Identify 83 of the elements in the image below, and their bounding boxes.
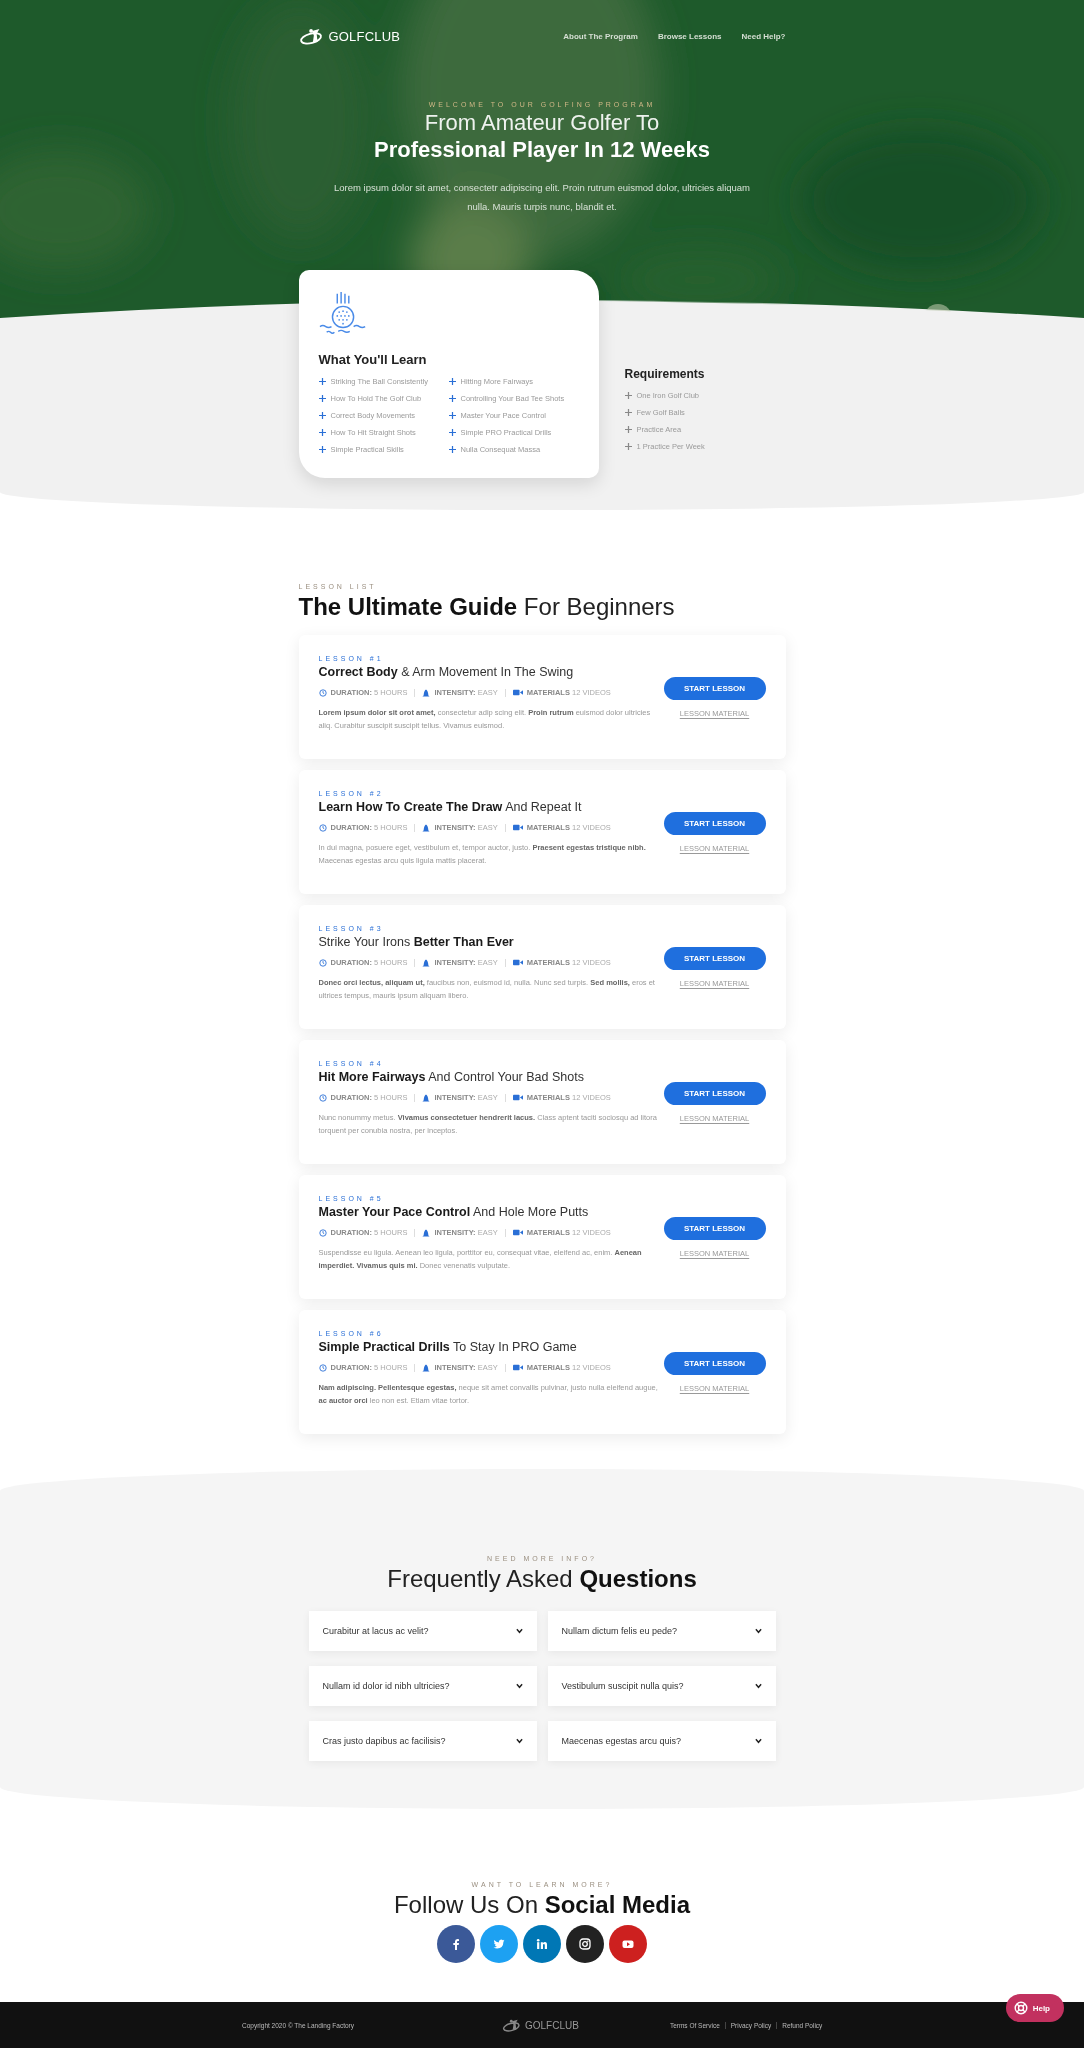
- faq-question-text: Nullam id dolor id nibh ultricies?: [322, 1681, 450, 1691]
- faq-question-text: Vestibulum suscipit nulla quis?: [561, 1681, 684, 1691]
- faq-question[interactable]: Maecenas egestas arcu quis?: [547, 1721, 776, 1761]
- learn-title: What You'll Learn: [318, 352, 428, 367]
- video-camera-icon: [512, 959, 523, 966]
- faq-question-text: Cras justo dapibus ac facilisis?: [322, 1736, 446, 1746]
- logo-text: GOLFCLUB: [328, 29, 401, 44]
- start-lesson-button[interactable]: START LESSON: [663, 1352, 766, 1375]
- plus-icon: [624, 409, 632, 416]
- lifebuoy-icon: [1013, 2001, 1028, 2015]
- video-camera-icon: [512, 689, 523, 696]
- plus-icon: [624, 392, 632, 399]
- plus-icon: [624, 426, 632, 433]
- lesson-title: Learn How To Create The Draw And Repeat It: [318, 800, 583, 814]
- faq-question-text: Maecenas egestas arcu quis?: [561, 1736, 682, 1746]
- logo-text: GOLFCLUB: [525, 2019, 579, 2031]
- faq-question-text: Nullam dictum felis eu pede?: [561, 1626, 678, 1636]
- twitter-button[interactable]: [480, 1925, 518, 1963]
- plus-icon: [318, 429, 326, 436]
- lesson-title: Master Your Pace Control And Hole More Putts: [318, 1205, 590, 1219]
- bell-icon: [422, 823, 431, 832]
- youtube-button[interactable]: [609, 1925, 647, 1963]
- section-title: The Ultimate Guide For Beginners: [298, 593, 676, 621]
- plus-icon: [318, 395, 326, 402]
- faq-question[interactable]: Cras justo dapibus ac facilisis?: [308, 1721, 537, 1761]
- plus-icon: [318, 378, 326, 385]
- clock-icon: [318, 958, 327, 967]
- video-camera-icon: [512, 824, 523, 831]
- clock-icon: [318, 1093, 327, 1102]
- video-camera-icon: [512, 1364, 523, 1371]
- nav-link[interactable]: Need Help?: [741, 32, 786, 41]
- faq-question[interactable]: Nullam id dolor id nibh ultricies?: [308, 1666, 537, 1706]
- nav-link[interactable]: About The Program: [563, 32, 638, 41]
- logo-icon: [502, 2018, 522, 2032]
- clock-icon: [318, 1228, 327, 1237]
- bell-icon: [422, 958, 431, 967]
- hero-title: From Amateur Golfer To: [424, 110, 660, 136]
- clock-icon: [318, 688, 327, 697]
- bell-icon: [422, 1093, 431, 1102]
- twitter-icon: [493, 1938, 505, 1950]
- facebook-icon: [450, 1938, 462, 1950]
- hero-title: Professional Player In 12 Weeks: [374, 136, 710, 164]
- plus-icon: [448, 378, 456, 385]
- clock-icon: [318, 1363, 327, 1372]
- section-title: Frequently Asked Questions: [386, 1565, 698, 1593]
- plus-icon: [448, 446, 456, 453]
- instagram-button[interactable]: [566, 1925, 604, 1963]
- faq-question[interactable]: Nullam dictum felis eu pede?: [547, 1611, 776, 1651]
- facebook-button[interactable]: [437, 1925, 475, 1963]
- plus-icon: [448, 429, 456, 436]
- help-button[interactable]: Help: [1005, 1994, 1064, 2022]
- plus-icon: [318, 412, 326, 419]
- bell-icon: [422, 688, 431, 697]
- plus-icon: [318, 446, 326, 453]
- section-title: Follow Us On Social Media: [392, 1891, 692, 1919]
- requirements-title: Requirements: [624, 367, 705, 381]
- linkedin-icon: [536, 1938, 548, 1950]
- lesson-title: Hit More Fairways And Control Your Bad Shots: [318, 1070, 585, 1084]
- linkedin-button[interactable]: [523, 1925, 561, 1963]
- start-lesson-button[interactable]: START LESSON: [663, 677, 766, 700]
- plus-icon: [624, 443, 632, 450]
- lesson-title: Simple Practical Drills To Stay In PRO Game: [318, 1340, 578, 1354]
- nav-link[interactable]: Browse Lessons: [657, 32, 722, 41]
- plus-icon: [448, 395, 456, 402]
- start-lesson-button[interactable]: START LESSON: [663, 1217, 766, 1240]
- video-camera-icon: [512, 1229, 523, 1236]
- faq-question[interactable]: Curabitur at lacus ac velit?: [308, 1611, 537, 1651]
- start-lesson-button[interactable]: START LESSON: [663, 812, 766, 835]
- bell-icon: [422, 1363, 431, 1372]
- plus-icon: [448, 412, 456, 419]
- hero-text: Lorem ipsum dolor sit amet, consectetr adipiscing elit. Proin rutrum euismod dolor, ultricies aliquam nulla. Mauris turpis nunc, blandit et.: [332, 181, 752, 214]
- start-lesson-button[interactable]: START LESSON: [663, 947, 766, 970]
- lesson-title: Correct Body & Arm Movement In The Swing: [318, 665, 575, 679]
- video-camera-icon: [512, 1094, 523, 1101]
- faq-question[interactable]: Vestibulum suscipit nulla quis?: [547, 1666, 776, 1706]
- instagram-icon: [579, 1938, 591, 1950]
- bell-icon: [422, 1228, 431, 1237]
- faq-question-text: Curabitur at lacus ac velit?: [322, 1626, 429, 1636]
- youtube-icon: [622, 1938, 634, 1950]
- start-lesson-button[interactable]: START LESSON: [663, 1082, 766, 1105]
- lesson-title: Strike Your Irons Better Than Ever: [318, 935, 515, 949]
- clock-icon: [318, 823, 327, 832]
- logo-icon: [298, 28, 325, 45]
